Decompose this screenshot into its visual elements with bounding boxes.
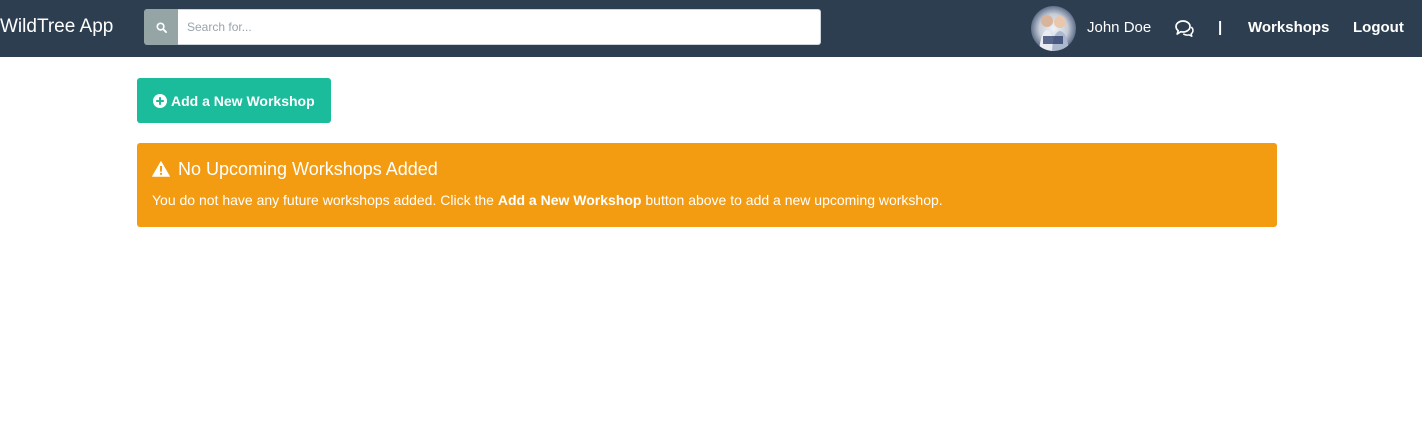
avatar[interactable] [1031, 6, 1076, 51]
nav-link-logout[interactable]: Logout [1353, 19, 1404, 37]
add-workshop-label: Add a New Workshop [171, 92, 315, 109]
top-navbar: WildTree App John Doe | Workshops Logout [0, 0, 1422, 57]
alert-message-suffix: button above to add a new upcoming works… [641, 192, 943, 208]
app-brand[interactable]: WildTree App [0, 15, 113, 39]
alert-message-emphasis: Add a New Workshop [497, 192, 642, 208]
warning-icon [152, 161, 170, 177]
search-button[interactable] [144, 9, 178, 45]
alert-heading: No Upcoming Workshops Added [152, 158, 438, 180]
search-input[interactable] [178, 9, 821, 45]
add-workshop-button[interactable]: Add a New Workshop [137, 78, 331, 123]
user-name[interactable]: John Doe [1087, 19, 1151, 37]
alert-message-prefix: You do not have any future workshops add… [152, 192, 498, 208]
nav-link-workshops[interactable]: Workshops [1248, 19, 1329, 37]
avatar-photo [1039, 15, 1069, 51]
no-workshops-alert: No Upcoming Workshops Added You do not h… [137, 143, 1277, 227]
search-bar [144, 9, 821, 45]
alert-message: You do not have any future workshops add… [152, 192, 943, 209]
plus-circle-icon [153, 93, 167, 108]
comments-icon[interactable] [1173, 19, 1194, 37]
alert-title: No Upcoming Workshops Added [178, 159, 438, 179]
search-icon [155, 21, 167, 33]
nav-separator: | [1218, 19, 1223, 36]
